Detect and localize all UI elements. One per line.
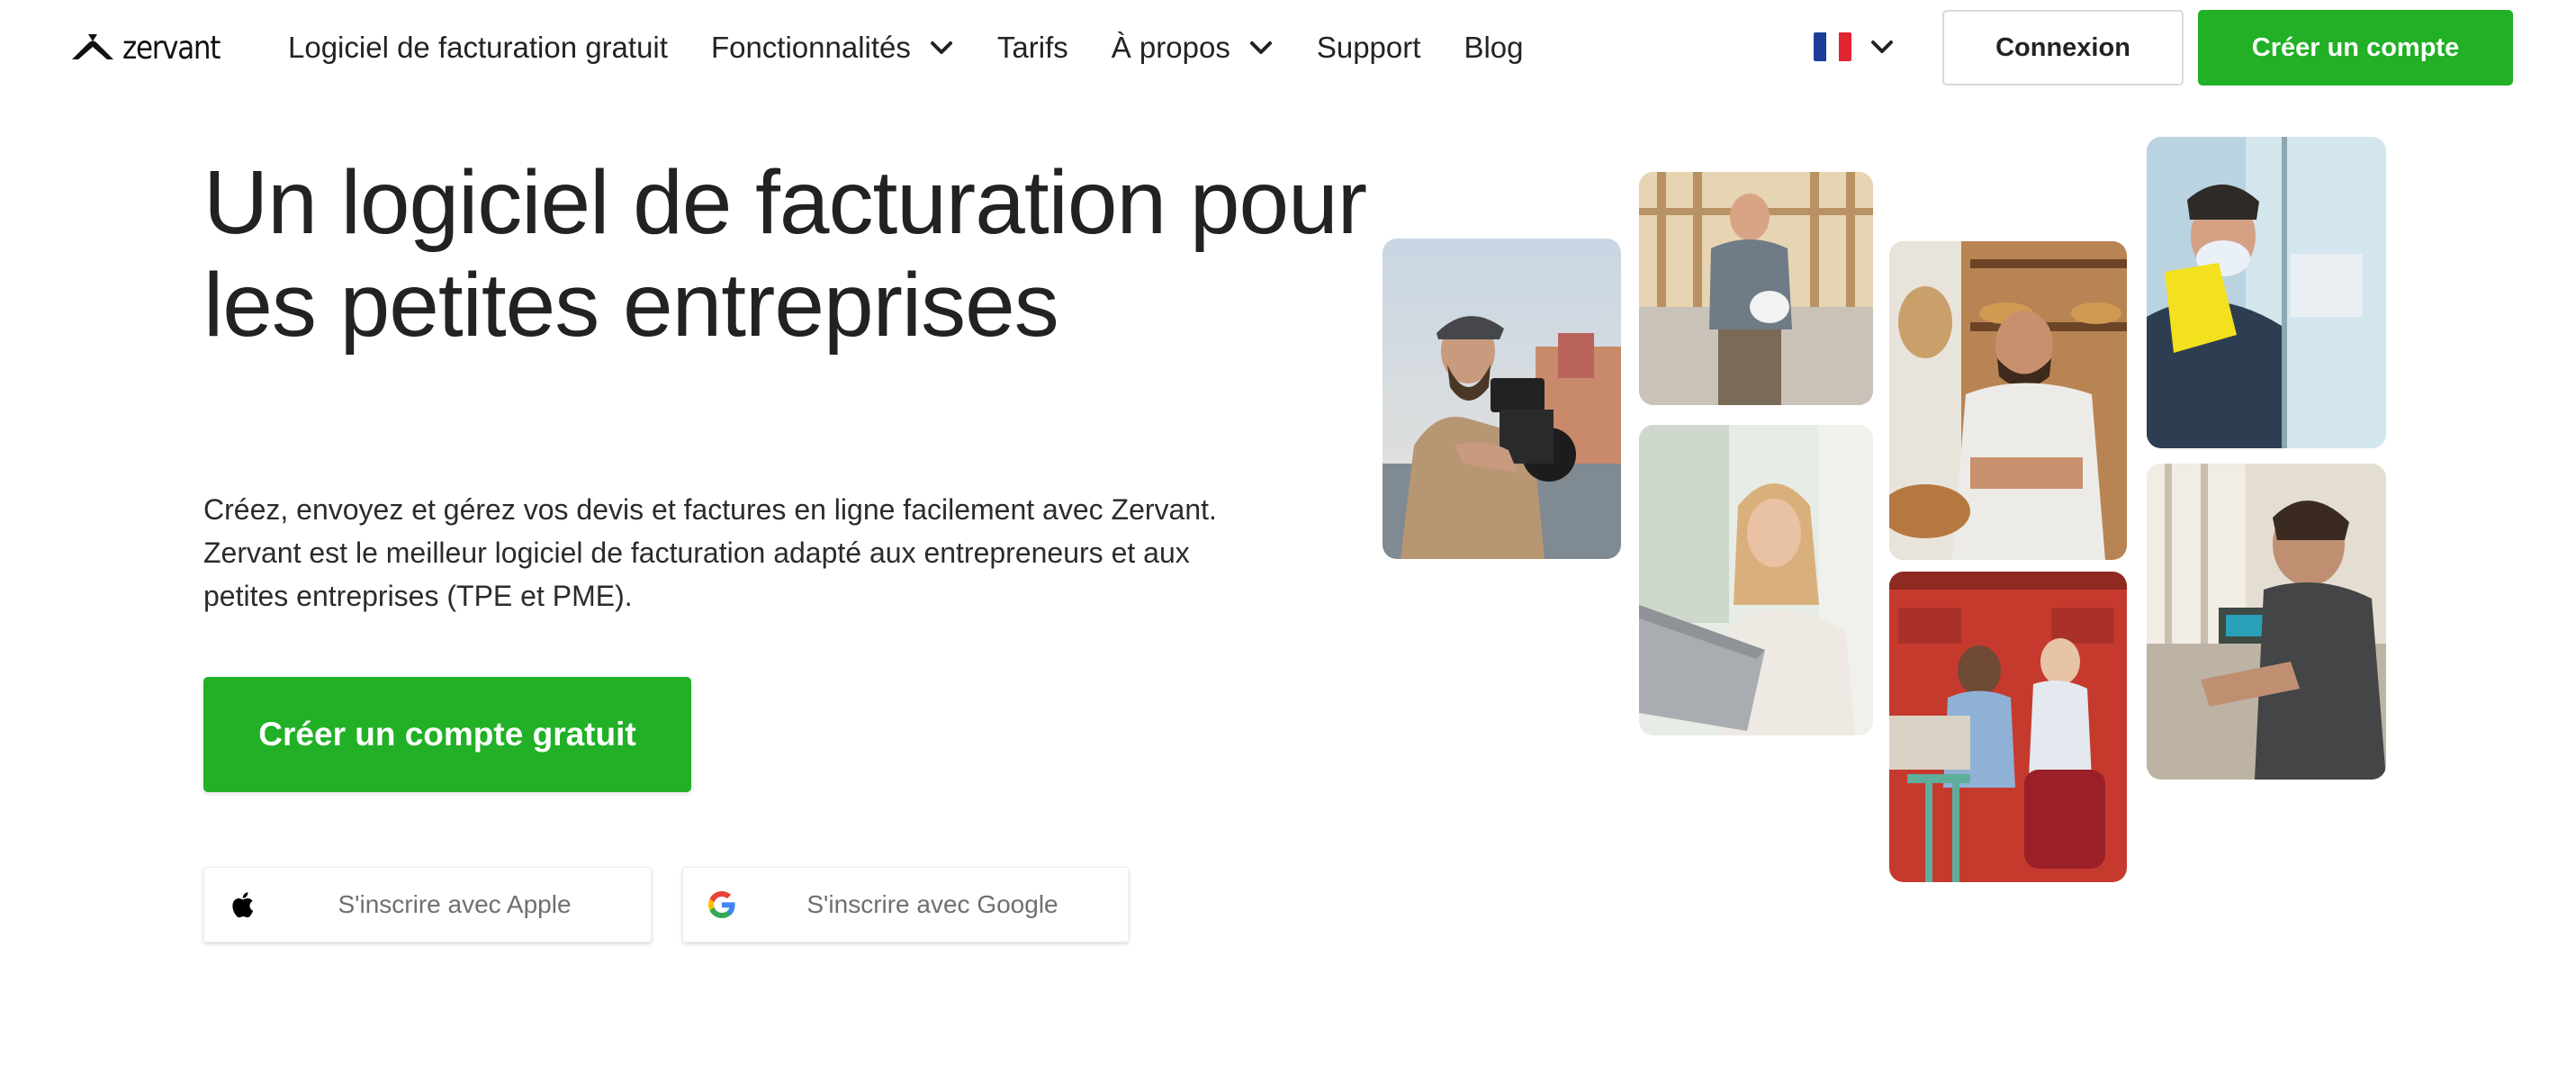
hero-title: Un logiciel de facturation pour les peti… [203, 152, 1367, 356]
signup-button[interactable]: Créer un compte [2198, 10, 2513, 86]
chevron-down-icon [930, 41, 952, 54]
login-button[interactable]: Connexion [1942, 10, 2184, 86]
photo-construction-worker [1639, 172, 1873, 405]
france-flag-icon [1814, 32, 1851, 61]
apple-signin-button[interactable]: S'inscrire avec Apple [203, 867, 652, 942]
language-selector[interactable] [1814, 32, 1895, 61]
photo-woman-laptop [1639, 425, 1873, 735]
chevron-down-icon [1249, 41, 1272, 54]
site-header: zervant Logiciel de facturation gratuit … [0, 0, 2576, 95]
google-icon [708, 891, 735, 918]
google-signin-button[interactable]: S'inscrire avec Google [682, 867, 1129, 942]
photo-baker [1889, 241, 2127, 560]
nav-item-label: Tarifs [996, 31, 1068, 64]
nav-item-label: Logiciel de facturation gratuit [288, 31, 668, 64]
brand-name: zervant [122, 29, 221, 67]
apple-icon [232, 892, 254, 918]
nav-item-label: Support [1316, 31, 1421, 64]
nav-item-a-propos[interactable]: À propos [1112, 31, 1274, 65]
photo-couple-workshop [1889, 572, 2127, 882]
chevron-down-icon [1871, 41, 1893, 53]
main-nav: Logiciel de facturation gratuit Fonction… [288, 23, 1567, 72]
hero-description: Créez, envoyez et gérez vos devis et fac… [203, 493, 1217, 612]
nav-item-label: Blog [1464, 31, 1524, 64]
nav-item-label: À propos [1111, 31, 1230, 64]
google-signin-label: S'inscrire avec Google [806, 890, 1058, 918]
nav-item-label: Fonctionnalités [710, 31, 911, 64]
create-free-account-button[interactable]: Créer un compte gratuit [203, 677, 691, 792]
nav-item-blog[interactable]: Blog [1464, 31, 1523, 65]
photo-technician [2147, 464, 2386, 780]
nav-item-support[interactable]: Support [1317, 31, 1421, 65]
nav-item-tarifs[interactable]: Tarifs [997, 31, 1068, 65]
zervant-logo-mark-icon [72, 34, 113, 59]
nav-item-fonctionnalites[interactable]: Fonctionnalités [711, 31, 954, 65]
nav-item-logiciel[interactable]: Logiciel de facturation gratuit [288, 31, 668, 65]
apple-signin-label: S'inscrire avec Apple [338, 890, 572, 918]
photo-cleaner [2147, 137, 2386, 448]
photo-videographer [1383, 239, 1621, 559]
zervant-logo[interactable]: zervant [70, 27, 236, 68]
